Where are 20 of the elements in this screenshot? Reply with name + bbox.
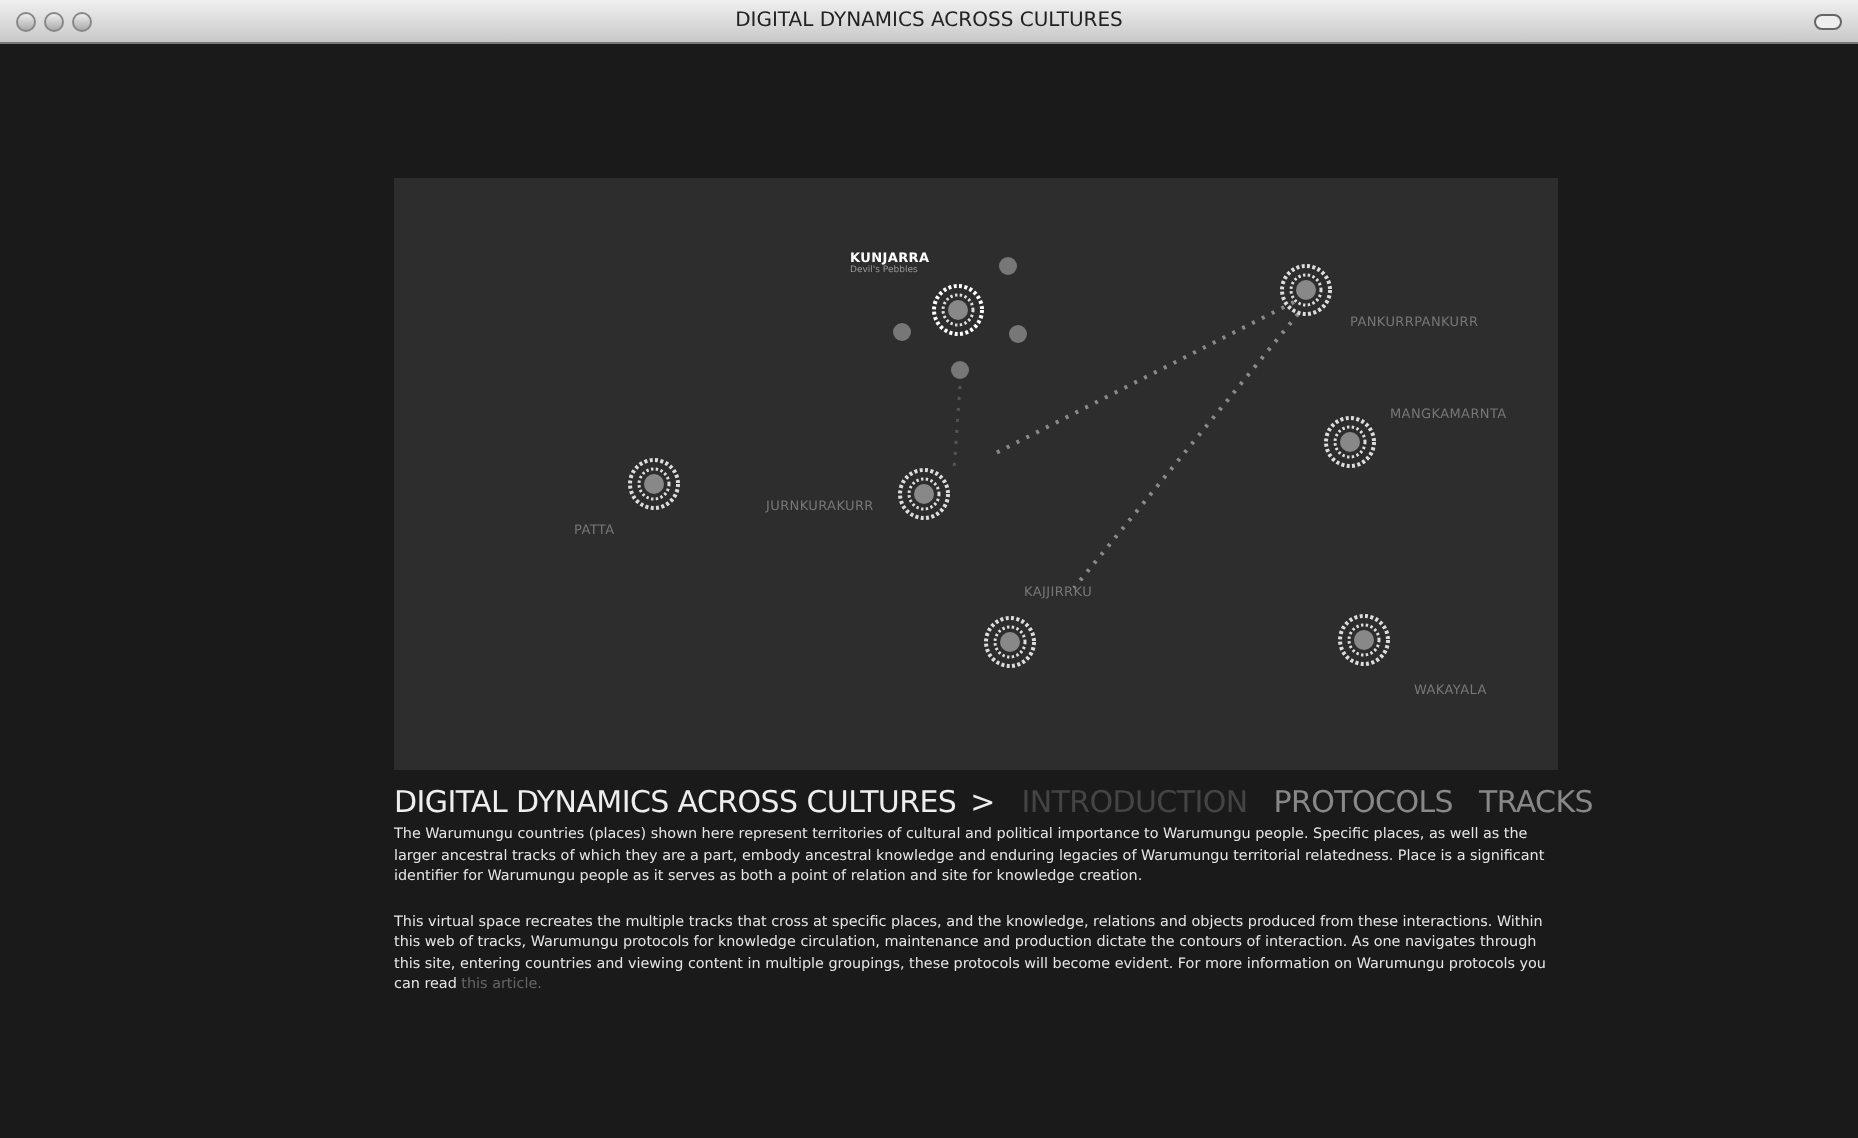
place-marker[interactable] bbox=[1324, 416, 1376, 468]
zoom-window-button[interactable] bbox=[72, 11, 92, 31]
nav-link[interactable]: TRACKS bbox=[1478, 784, 1593, 820]
nav-link[interactable]: PROTOCOLS bbox=[1273, 784, 1453, 820]
place-marker[interactable] bbox=[628, 458, 680, 510]
site-title: DIGITAL DYNAMICS ACROSS CULTURES bbox=[394, 784, 957, 820]
close-window-button[interactable] bbox=[16, 11, 36, 31]
toolbar-toggle-button[interactable] bbox=[1814, 13, 1842, 29]
place-marker[interactable] bbox=[898, 468, 950, 520]
track-line bbox=[952, 385, 962, 471]
small-dot bbox=[1009, 325, 1027, 343]
minimize-window-button[interactable] bbox=[44, 11, 64, 31]
small-dot bbox=[951, 361, 969, 379]
small-dot bbox=[999, 257, 1017, 275]
window-title: DIGITAL DYNAMICS ACROSS CULTURES bbox=[735, 10, 1123, 32]
place-marker[interactable] bbox=[1280, 264, 1332, 316]
place-marker[interactable] bbox=[1338, 614, 1390, 666]
breadcrumb-separator: > bbox=[970, 784, 996, 820]
small-dot bbox=[893, 323, 911, 341]
place-marker[interactable] bbox=[984, 616, 1036, 668]
